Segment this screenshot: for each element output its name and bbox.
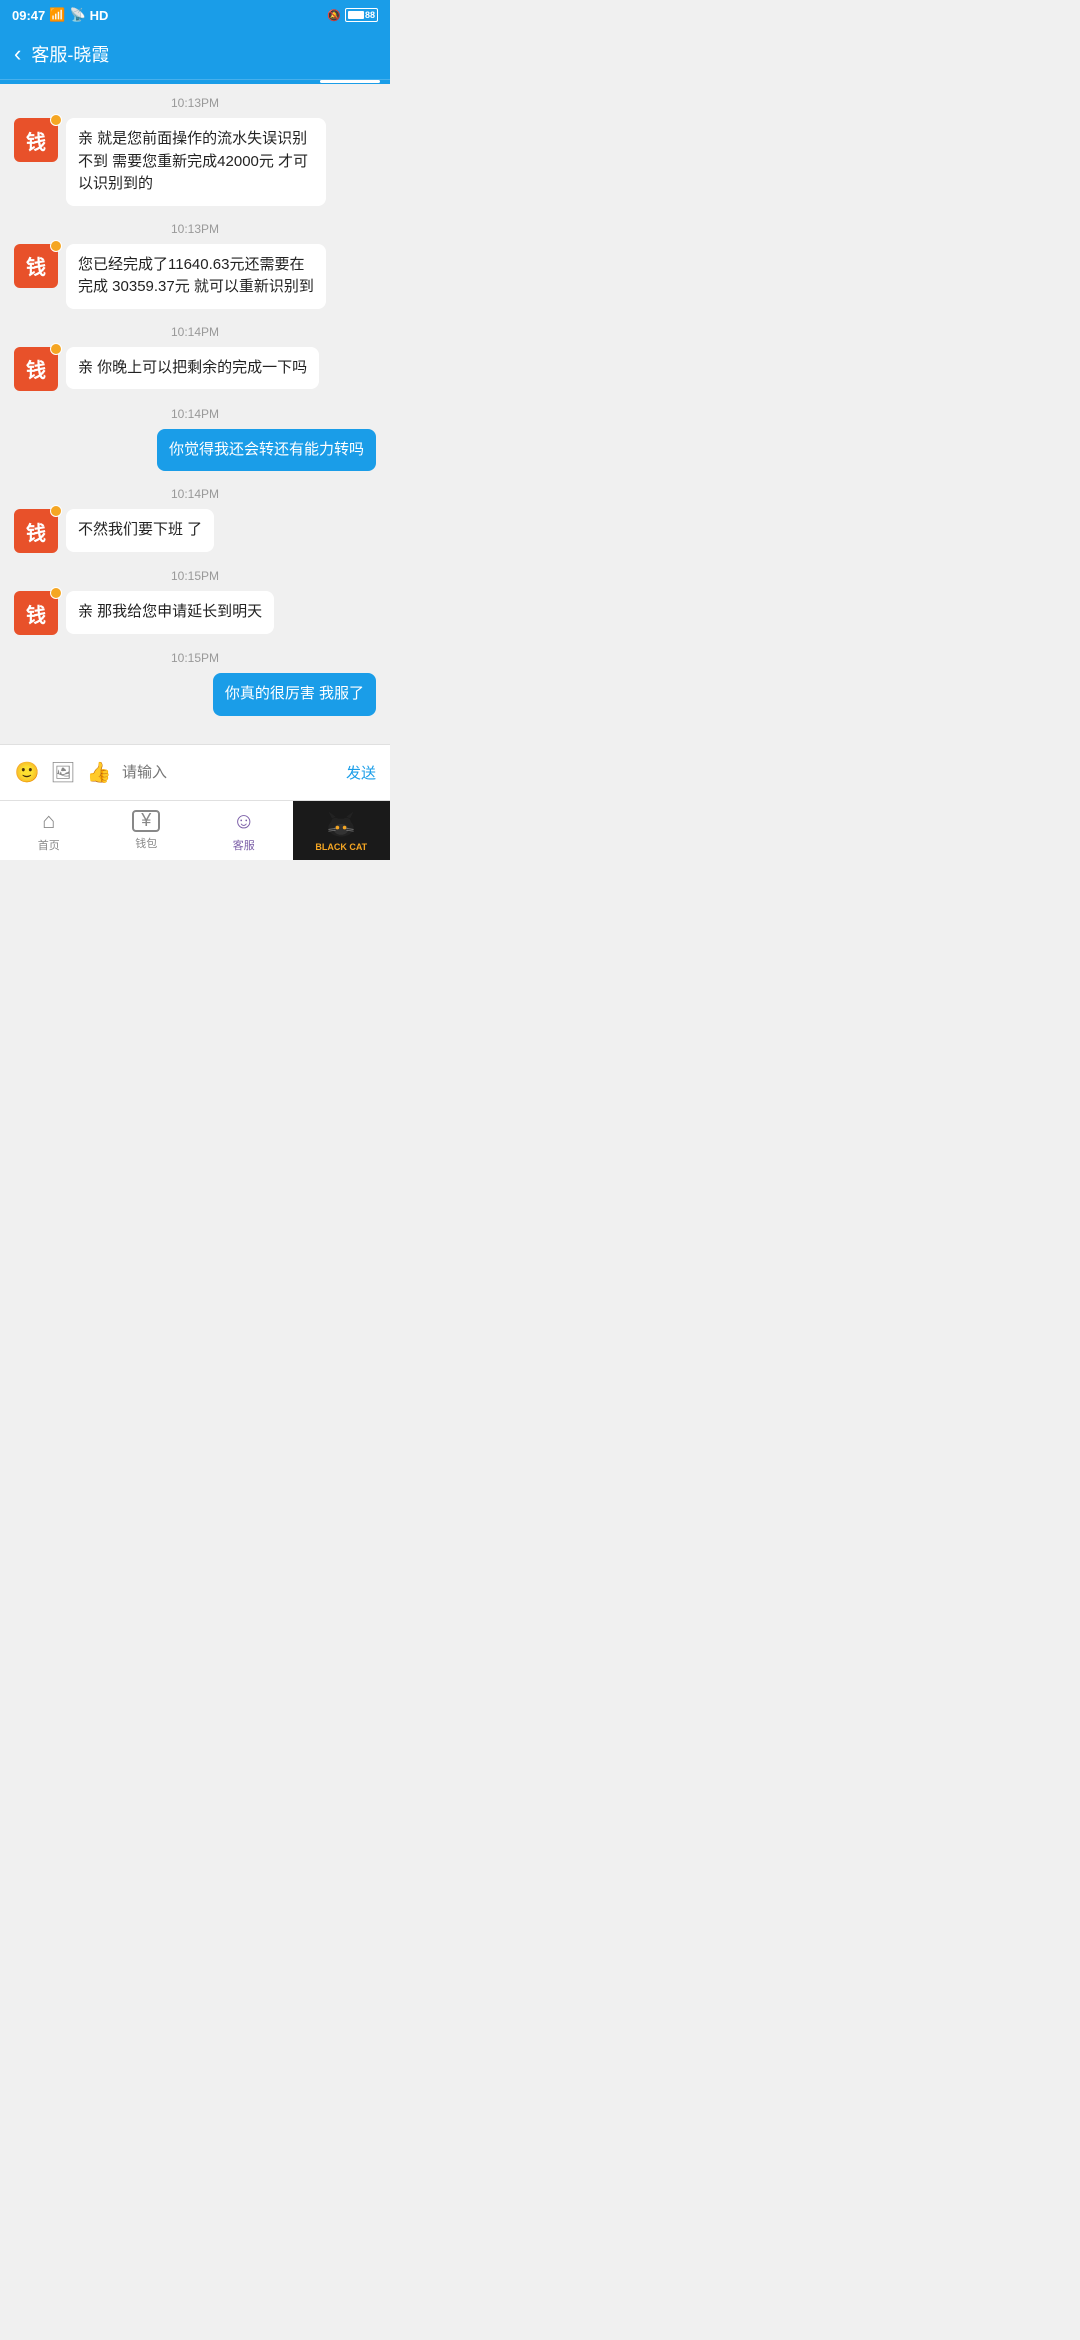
timestamp-4: 10:14PM bbox=[14, 407, 376, 421]
avatar-badge bbox=[50, 343, 62, 355]
nav-home-label: 首页 bbox=[38, 837, 60, 853]
timestamp-7: 10:15PM bbox=[14, 651, 376, 665]
input-bar: 🙂 🖼 👍 发送 bbox=[0, 744, 390, 800]
bottom-nav: ⌂ 首页 ¥ 钱包 ☺ 客服 BLACK CAT bbox=[0, 800, 390, 860]
message-input[interactable] bbox=[122, 764, 336, 781]
blackcat-logo bbox=[323, 809, 359, 839]
image-icon[interactable]: 🖼 bbox=[50, 759, 76, 785]
message-bubble-6: 亲 那我给您申请延长到明天 bbox=[66, 591, 274, 634]
avatar-badge bbox=[50, 505, 62, 517]
time: 09:47 bbox=[12, 8, 45, 23]
msg-row-6: 钱亲 那我给您申请延长到明天 bbox=[14, 591, 376, 635]
mute-icon: 🔕 bbox=[327, 9, 341, 22]
wallet-icon: ¥ bbox=[132, 810, 160, 832]
nav-wallet[interactable]: ¥ 钱包 bbox=[98, 801, 196, 860]
avatar-badge bbox=[50, 240, 62, 252]
tab-indicator-bar bbox=[320, 80, 380, 83]
msg-row-7: 你真的很厉害 我服了 bbox=[14, 673, 376, 716]
message-group-6: 10:15PM 钱亲 那我给您申请延长到明天 bbox=[14, 569, 376, 635]
nav-blackcat-label: BLACK CAT bbox=[315, 842, 367, 852]
timestamp-2: 10:13PM bbox=[14, 222, 376, 236]
avatar-badge bbox=[50, 587, 62, 599]
message-group-3: 10:14PM 钱亲 你晚上可以把剩余的完成一下吗 bbox=[14, 325, 376, 391]
chat-area: 10:13PM钱亲 就是您前面操作的流水失误识别不到 需要您重新完成42000元… bbox=[0, 84, 390, 744]
avatar: 钱 bbox=[14, 591, 58, 635]
msg-row-3: 钱亲 你晚上可以把剩余的完成一下吗 bbox=[14, 347, 376, 391]
message-bubble-4: 你觉得我还会转还有能力转吗 bbox=[157, 429, 376, 472]
timestamp-6: 10:15PM bbox=[14, 569, 376, 583]
nav-wallet-label: 钱包 bbox=[135, 835, 157, 851]
message-group-7: 10:15PM 你真的很厉害 我服了 bbox=[14, 651, 376, 716]
message-bubble-3: 亲 你晚上可以把剩余的完成一下吗 bbox=[66, 347, 319, 390]
message-bubble-1: 亲 就是您前面操作的流水失误识别不到 需要您重新完成42000元 才可以识别到的 bbox=[66, 118, 326, 206]
message-group-5: 10:14PM 钱不然我们要下班 了 bbox=[14, 487, 376, 553]
avatar: 钱 bbox=[14, 118, 58, 162]
avatar: 钱 bbox=[14, 244, 58, 288]
send-button[interactable]: 发送 bbox=[346, 762, 376, 783]
battery-icon: 88 bbox=[345, 8, 378, 22]
avatar: 钱 bbox=[14, 347, 58, 391]
message-group-2: 10:13PM 钱您已经完成了11640.63元还需要在完成 30359.37元 … bbox=[14, 222, 376, 309]
message-bubble-7: 你真的很厉害 我服了 bbox=[213, 673, 376, 716]
msg-row-1: 钱亲 就是您前面操作的流水失误识别不到 需要您重新完成42000元 才可以识别到… bbox=[14, 118, 376, 206]
timestamp-1: 10:13PM bbox=[14, 96, 376, 110]
home-icon: ⌂ bbox=[42, 808, 55, 834]
service-icon: ☺ bbox=[233, 808, 255, 834]
avatar: 钱 bbox=[14, 509, 58, 553]
back-button[interactable]: ‹ bbox=[14, 41, 21, 67]
header-title: 客服-晓霞 bbox=[31, 41, 109, 67]
nav-service[interactable]: ☺ 客服 bbox=[195, 801, 293, 860]
status-bar: 09:47 📶 📡 HD 🔕 88 bbox=[0, 0, 390, 28]
input-icons: 🙂 🖼 👍 bbox=[14, 759, 112, 785]
timestamp-5: 10:14PM bbox=[14, 487, 376, 501]
msg-row-2: 钱您已经完成了11640.63元还需要在完成 30359.37元 就可以重新识别… bbox=[14, 244, 376, 309]
signal-icon: 📶 bbox=[49, 7, 65, 23]
msg-row-4: 你觉得我还会转还有能力转吗 bbox=[14, 429, 376, 472]
wifi-icon: 📡 bbox=[69, 7, 85, 23]
emoji-icon[interactable]: 🙂 bbox=[14, 759, 40, 785]
status-left: 09:47 📶 📡 HD bbox=[12, 7, 108, 23]
message-group-1: 10:13PM 钱亲 就是您前面操作的流水失误识别不到 需要您重新完成42000元… bbox=[14, 96, 376, 206]
msg-row-5: 钱不然我们要下班 了 bbox=[14, 509, 376, 553]
message-bubble-5: 不然我们要下班 了 bbox=[66, 509, 214, 552]
hd-label: HD bbox=[90, 8, 109, 23]
nav-service-label: 客服 bbox=[233, 837, 255, 853]
avatar-badge bbox=[50, 114, 62, 126]
nav-blackcat[interactable]: BLACK CAT bbox=[293, 801, 391, 860]
nav-home[interactable]: ⌂ 首页 bbox=[0, 801, 98, 860]
header: ‹ 客服-晓霞 bbox=[0, 28, 390, 80]
status-right: 🔕 88 bbox=[327, 8, 378, 22]
like-icon[interactable]: 👍 bbox=[86, 759, 112, 785]
message-group-4: 10:14PM 你觉得我还会转还有能力转吗 bbox=[14, 407, 376, 472]
timestamp-3: 10:14PM bbox=[14, 325, 376, 339]
message-bubble-2: 您已经完成了11640.63元还需要在完成 30359.37元 就可以重新识别到 bbox=[66, 244, 326, 309]
